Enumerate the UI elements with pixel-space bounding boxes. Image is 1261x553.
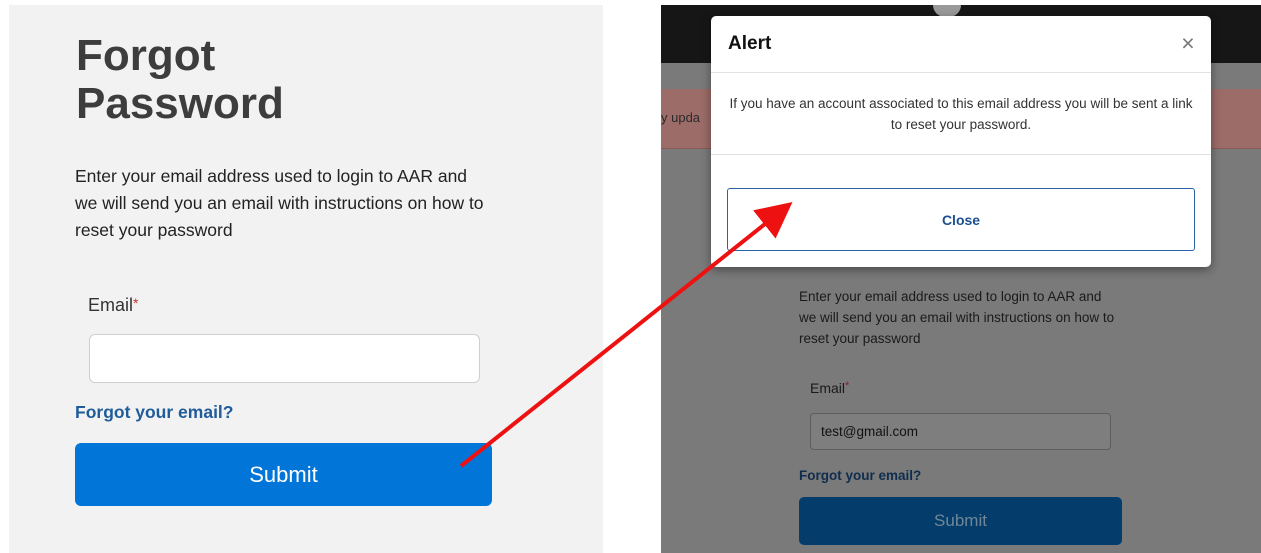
instructions-text: Enter your email address used to login t… [75, 166, 484, 240]
forgot-email-link[interactable]: Forgot your email? [75, 402, 233, 423]
close-icon[interactable]: × [1177, 31, 1199, 55]
modal-header: Alert × [711, 16, 1211, 73]
email-label: Email* [810, 380, 849, 396]
required-marker: * [845, 380, 850, 392]
modal-body: If you have an account associated to thi… [711, 73, 1211, 155]
forgot-password-form-panel: Forgot Password Enter your email address… [9, 5, 603, 553]
submit-button[interactable]: Submit [799, 497, 1122, 545]
email-input[interactable] [89, 334, 480, 383]
instructions-text: Enter your email address used to login t… [799, 289, 1115, 346]
required-marker: * [133, 295, 139, 311]
alert-message: If you have an account associated to thi… [729, 96, 1193, 132]
email-label-text: Email [88, 295, 134, 315]
notice-banner-text: y upda [661, 110, 701, 125]
page-title: Forgot Password [76, 31, 284, 128]
close-button[interactable]: Close [727, 188, 1195, 251]
email-label-text: Email [810, 380, 846, 396]
email-input[interactable]: test@gmail.com [810, 413, 1111, 450]
alert-modal: Alert × If you have an account associate… [711, 16, 1211, 267]
modal-title: Alert [728, 33, 772, 54]
email-label: Email* [88, 295, 138, 316]
forgot-email-link[interactable]: Forgot your email? [799, 468, 921, 483]
submit-button[interactable]: Submit [75, 443, 492, 506]
